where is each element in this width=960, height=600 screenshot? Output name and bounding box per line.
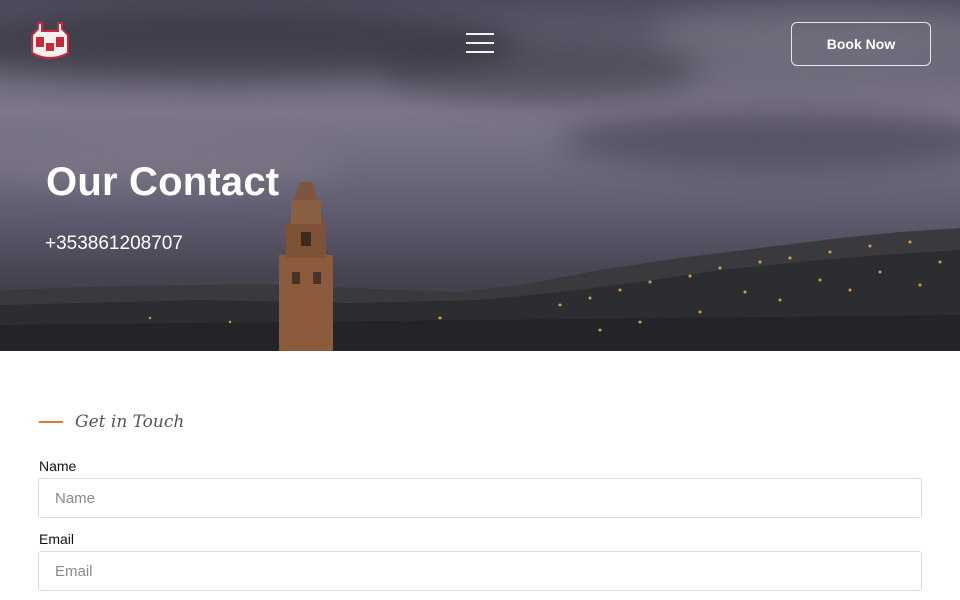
- menu-bar: [466, 42, 494, 44]
- name-label: Name: [39, 458, 77, 474]
- book-now-button[interactable]: Book Now: [791, 22, 931, 66]
- accent-dash: [39, 421, 63, 423]
- name-input[interactable]: [38, 478, 922, 518]
- email-input[interactable]: [38, 551, 922, 591]
- email-label: Email: [39, 531, 75, 547]
- section-heading: Get in Touch: [39, 410, 184, 434]
- page-title: Our Contact: [46, 160, 280, 204]
- castle-logo-icon[interactable]: [28, 19, 72, 59]
- hero-banner: Book Now Our Contact +353861208707: [0, 0, 960, 351]
- menu-bar: [466, 33, 494, 35]
- menu-bar: [466, 51, 494, 53]
- hamburger-menu-icon[interactable]: [465, 33, 495, 55]
- phone-number: +353861208707: [45, 233, 183, 254]
- church-tower: [279, 182, 333, 351]
- section-heading-text: Get in Touch: [75, 412, 185, 432]
